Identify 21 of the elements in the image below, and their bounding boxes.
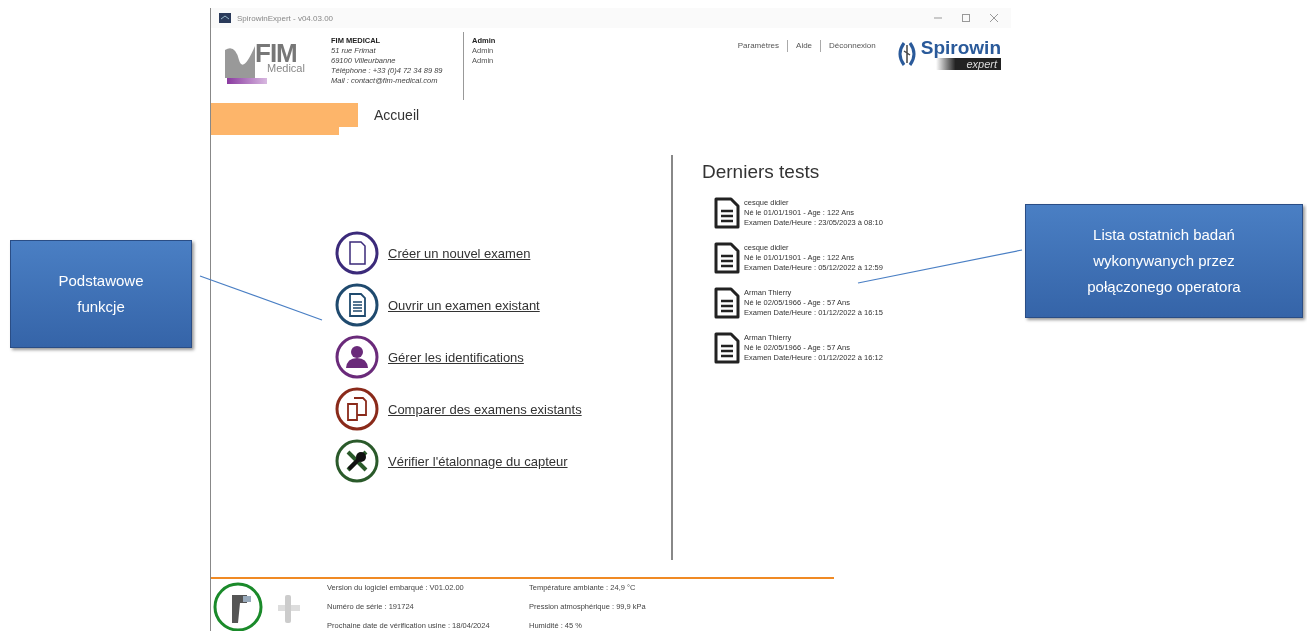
nav-link[interactable]: Paramètres	[729, 40, 788, 52]
action-link[interactable]: Comparer des examens existants	[388, 401, 582, 417]
spirowin-logo: Spirowin expert	[895, 38, 1001, 70]
action-link[interactable]: Vérifier l'étalonnage du capteur	[388, 453, 568, 469]
nav-link[interactable]: Déconnexion	[820, 40, 884, 52]
section-title: Derniers tests	[702, 161, 821, 183]
callout-text: Lista ostatnich badań wykonywanych przez połączonego operatora	[1086, 225, 1242, 297]
action-link[interactable]: Gérer les identifications	[388, 349, 524, 365]
close-icon[interactable]	[989, 13, 999, 23]
action-link[interactable]: Créer un nouvel examen	[388, 245, 531, 261]
fim-logo: FIM Medical	[223, 40, 313, 90]
maximize-icon[interactable]	[961, 13, 971, 23]
document-icon	[714, 332, 740, 364]
document-icon	[714, 197, 740, 229]
document-icon	[714, 242, 740, 274]
app-icon	[219, 13, 231, 23]
document-icon	[714, 287, 740, 319]
callout-text: Podstawowe funkcje	[57, 271, 145, 317]
window-title: SpirowinExpert - v04.03.00	[237, 13, 334, 23]
nav-link[interactable]: Aide	[787, 40, 821, 52]
action-link[interactable]: Ouvrir un examen existant	[388, 297, 540, 313]
